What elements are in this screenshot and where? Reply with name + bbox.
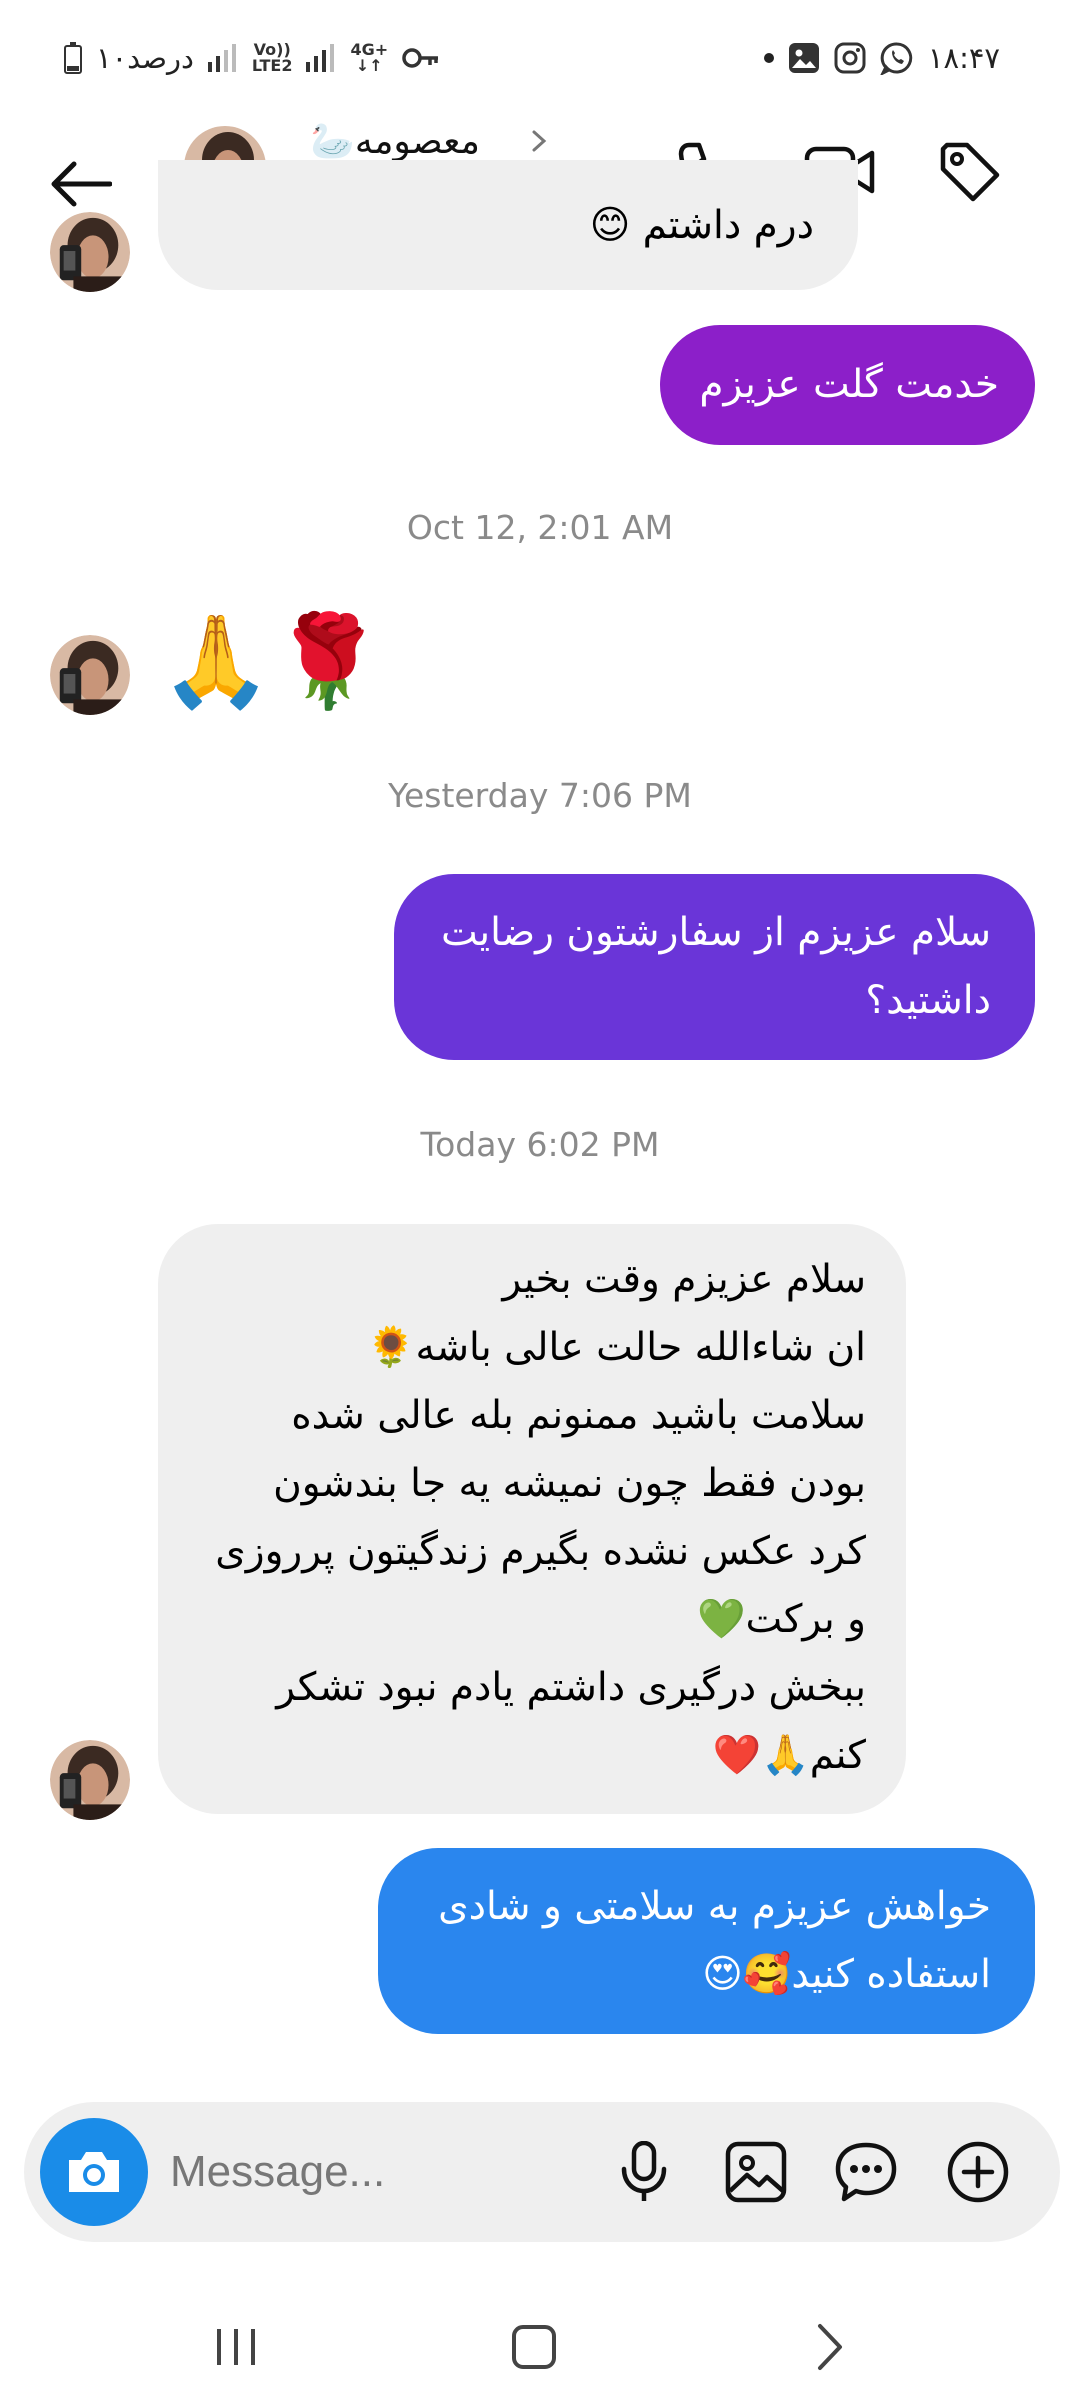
- message-text-line: ببخش درگیری داشتم یادم نبود تشکر: [276, 1665, 866, 1710]
- back-button[interactable]: [40, 144, 120, 224]
- chevron-right-icon[interactable]: [524, 126, 554, 156]
- sticker-button[interactable]: [824, 2130, 908, 2214]
- signal-icon-2: [306, 44, 335, 72]
- voice-message-button[interactable]: [602, 2130, 686, 2214]
- sender-avatar[interactable]: [50, 212, 130, 292]
- contact-name[interactable]: معصومه🦢: [310, 120, 480, 162]
- message-text-line: سلام عزیزم وقت بخیر: [502, 1257, 866, 1302]
- back-nav-button[interactable]: [790, 2312, 870, 2382]
- status-bar: ۱۰درصد Vo)) LTE2 4G+ ↓↑ ۱۸:۴۷: [0, 0, 1080, 118]
- chat-bubble-icon: [835, 2142, 897, 2202]
- whatsapp-notification-icon: [880, 42, 913, 75]
- message-input[interactable]: [170, 2136, 590, 2208]
- home-button[interactable]: [494, 2312, 574, 2382]
- status-left: ۱۰درصد Vo)) LTE2 4G+ ↓↑: [64, 38, 440, 78]
- recent-apps-button[interactable]: [196, 2312, 276, 2382]
- timestamp: Oct 12, 2:01 AM: [406, 508, 674, 547]
- message-composer: [24, 2102, 1060, 2242]
- received-message-bubble[interactable]: سلام عزیزم وقت بخیر ان شاءالله حالت عالی…: [158, 1224, 906, 1814]
- image-icon: [725, 2141, 787, 2203]
- volte-indicator: Vo)) LTE2: [251, 40, 293, 75]
- timestamp: Yesterday 7:06 PM: [388, 776, 692, 815]
- emoji-message[interactable]: 🙏🌹: [160, 612, 384, 712]
- message-text-line: کرد عکس نشده بگیرم زندگیتون پرروزی: [215, 1529, 866, 1574]
- home-square-icon: [512, 2325, 556, 2369]
- message-text-line: استفاده کنید🥰😍: [702, 1952, 991, 1997]
- sent-message-bubble[interactable]: خدمت گلت عزیزم: [660, 325, 1035, 445]
- message-text: درم داشتم 😊: [589, 203, 814, 248]
- sender-avatar[interactable]: [50, 635, 130, 715]
- camera-icon: [69, 2152, 119, 2192]
- microphone-icon: [621, 2141, 667, 2201]
- timestamp: Today 6:02 PM: [420, 1125, 660, 1164]
- emoji-text: 🙏🌹: [160, 609, 385, 714]
- message-text-line: سلامت باشید ممنونم بله عالی شده: [291, 1393, 866, 1438]
- message-text-line: کنم🙏❤️: [712, 1733, 866, 1778]
- message-text-line: خواهش عزیزم به سلامتی و شادی: [438, 1884, 991, 1929]
- status-right: ۱۸:۴۷: [763, 38, 1000, 78]
- more-options-button[interactable]: [936, 2130, 1020, 2214]
- message-text-line: ان شاءالله حالت عالی باشه🌻: [366, 1325, 866, 1370]
- message-text: خدمت گلت عزیزم: [699, 362, 999, 407]
- recent-apps-icon: [217, 2329, 255, 2365]
- tag-button[interactable]: [930, 132, 1010, 212]
- plus-circle-icon: [947, 2141, 1009, 2203]
- clock: ۱۸:۴۷: [927, 41, 1000, 75]
- battery-icon: [64, 42, 82, 74]
- message-text-line: بودن فقط چون نمیشه یه جا بندشون: [273, 1461, 866, 1506]
- data-4g-indicator: 4G+ ↓↑: [350, 40, 389, 75]
- sender-avatar[interactable]: [50, 1740, 130, 1820]
- notification-dot-icon: [763, 53, 774, 63]
- key-icon: [402, 48, 439, 68]
- signal-icon: [207, 44, 236, 72]
- gallery-button[interactable]: [714, 2130, 798, 2214]
- gallery-notification-icon: [788, 43, 819, 73]
- system-navigation-bar: [0, 2290, 1080, 2400]
- sent-message-bubble[interactable]: سلام عزیزم از سفارشتون رضایت داشتید؟: [394, 874, 1035, 1060]
- arrow-left-icon: [51, 161, 112, 207]
- sent-message-bubble[interactable]: خواهش عزیزم به سلامتی و شادی استفاده کنی…: [378, 1848, 1035, 2034]
- message-text-line: و برکت💚: [696, 1597, 866, 1642]
- tag-icon: [940, 142, 1000, 202]
- message-bubble-partial[interactable]: درم داشتم 😊: [158, 160, 858, 290]
- chevron-right-icon: [818, 2324, 842, 2370]
- battery-percentage: ۱۰درصد: [96, 41, 194, 75]
- instagram-notification-icon: [834, 42, 866, 74]
- camera-button[interactable]: [40, 2118, 148, 2226]
- message-text-line: داشتید؟: [865, 978, 991, 1023]
- message-text-line: سلام عزیزم از سفارشتون رضایت: [441, 910, 991, 955]
